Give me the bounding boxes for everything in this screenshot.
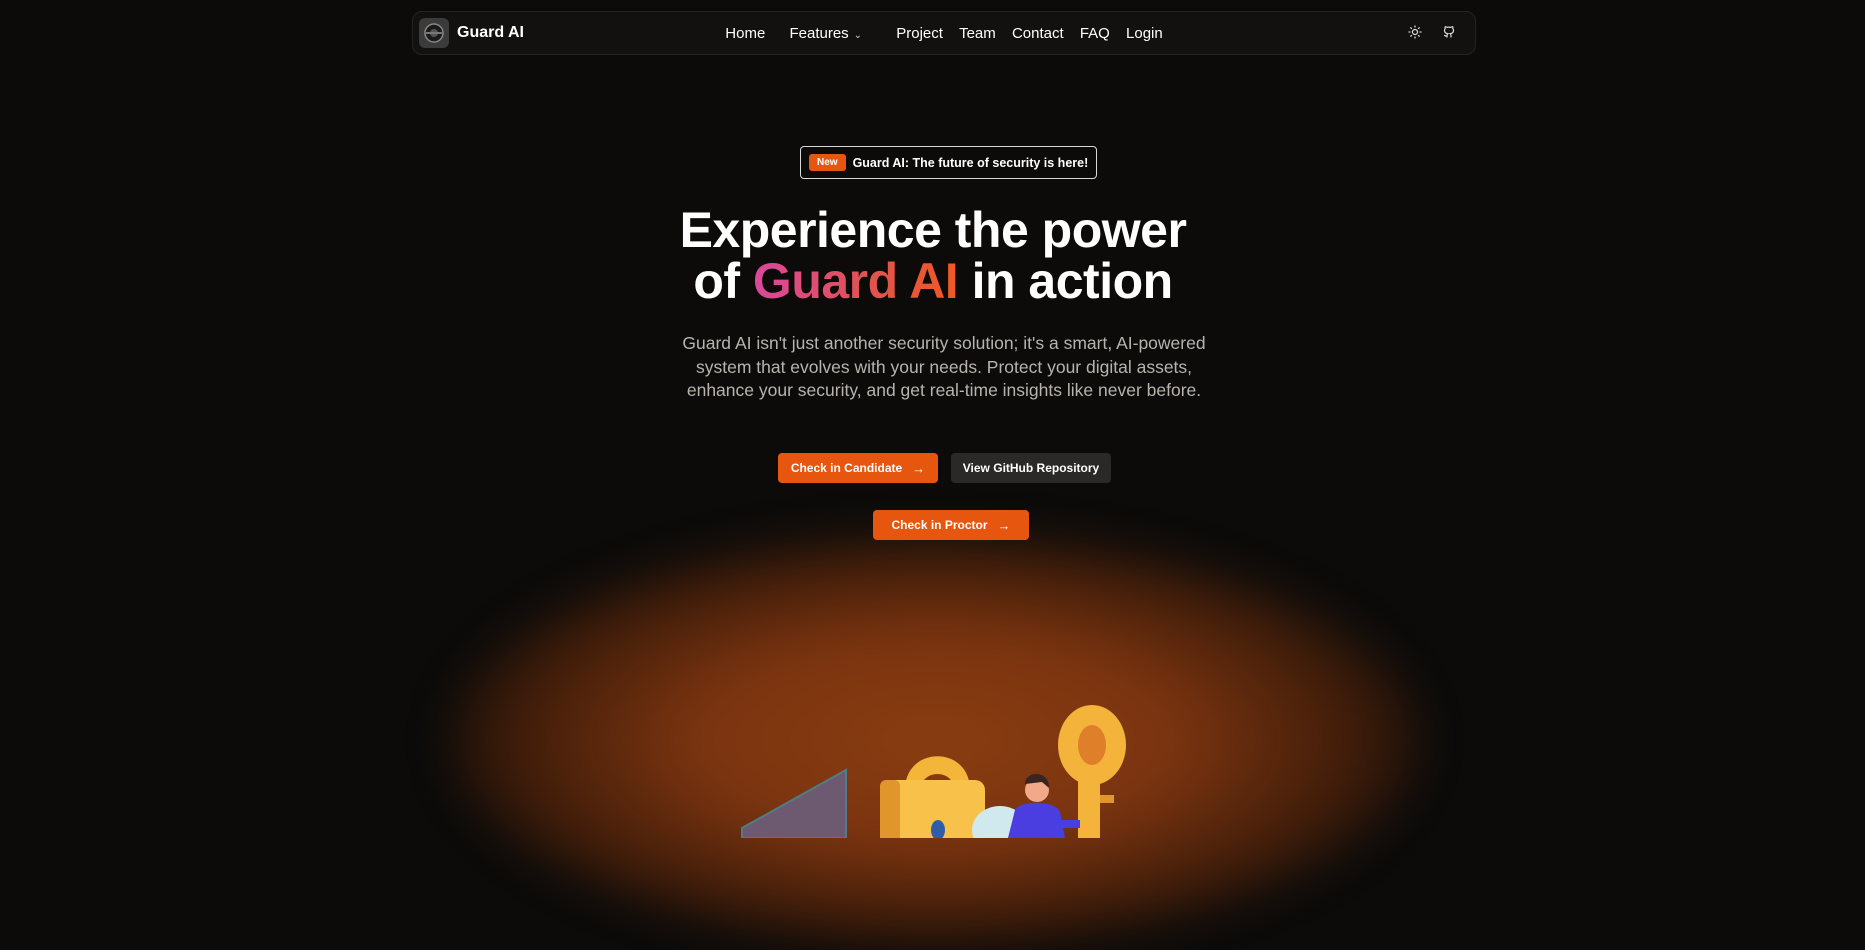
screen-panel-shape — [741, 768, 847, 838]
padlock-icon — [880, 756, 985, 838]
security-illustration — [741, 705, 1126, 838]
key-icon — [1058, 705, 1126, 838]
person-figure — [1008, 773, 1080, 838]
